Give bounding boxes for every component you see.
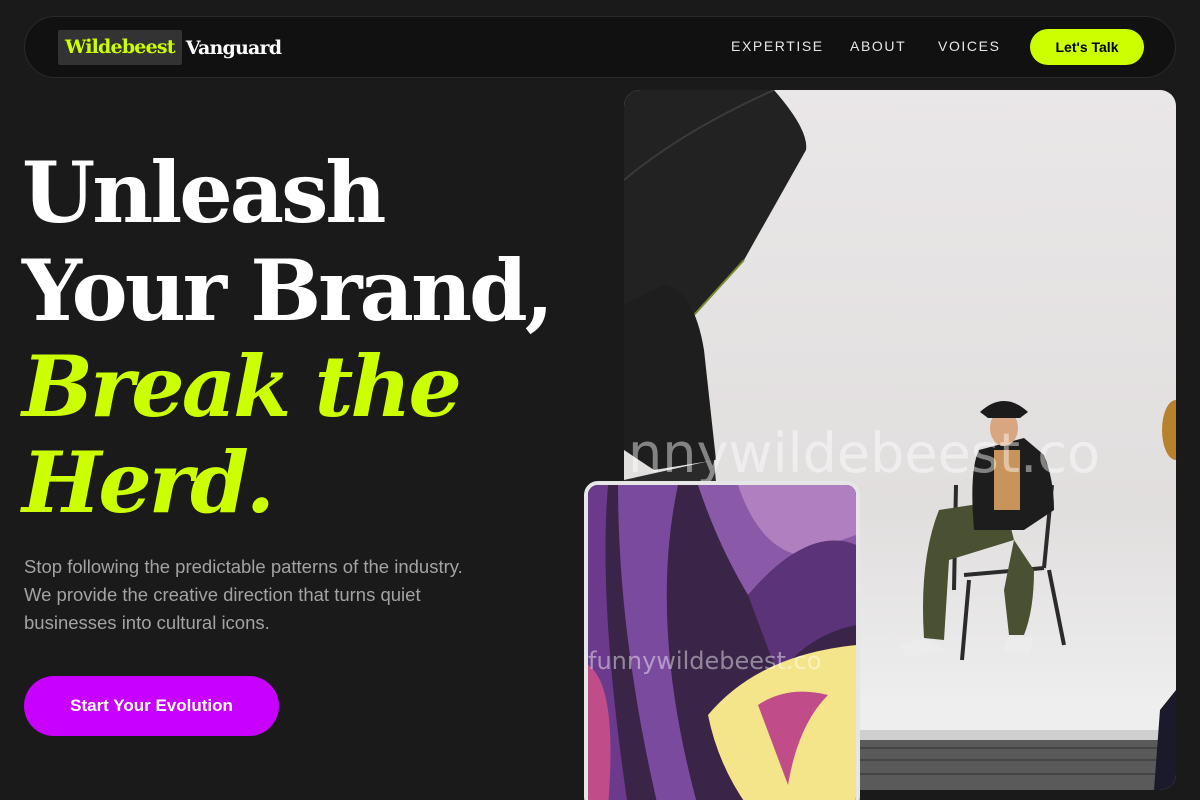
hero-description: Stop following the predictable patterns … — [24, 556, 463, 633]
abstract-art-illustration — [588, 485, 856, 800]
watermark-small: funnywildebeest.co — [588, 647, 822, 675]
watermark-main: nnywildebeest.co — [628, 422, 1100, 485]
top-navbar: Wildebeest Vanguard EXPERTISE ABOUT VOIC… — [24, 16, 1176, 78]
abstract-art-image: funnywildebeest.co — [584, 481, 860, 800]
hero-line-1: Unleash — [22, 143, 386, 242]
brand-logo[interactable]: Wildebeest Vanguard — [58, 30, 282, 65]
logo-word-vanguard: Vanguard — [185, 36, 282, 59]
hero-line-2: Your Brand, — [22, 241, 554, 340]
nav-link-expertise[interactable]: EXPERTISE — [731, 38, 824, 54]
lets-talk-button[interactable]: Let's Talk — [1030, 29, 1144, 65]
logo-word-wildebeest: Wildebeest — [58, 30, 182, 65]
start-evolution-button[interactable]: Start Your Evolution — [24, 676, 279, 736]
nav-link-about[interactable]: ABOUT — [850, 38, 906, 54]
nav-link-voices[interactable]: VOICES — [938, 38, 1001, 54]
hero-accent-line-1: Break the — [22, 337, 462, 436]
hero-accent-line-2: Herd. — [22, 433, 275, 532]
